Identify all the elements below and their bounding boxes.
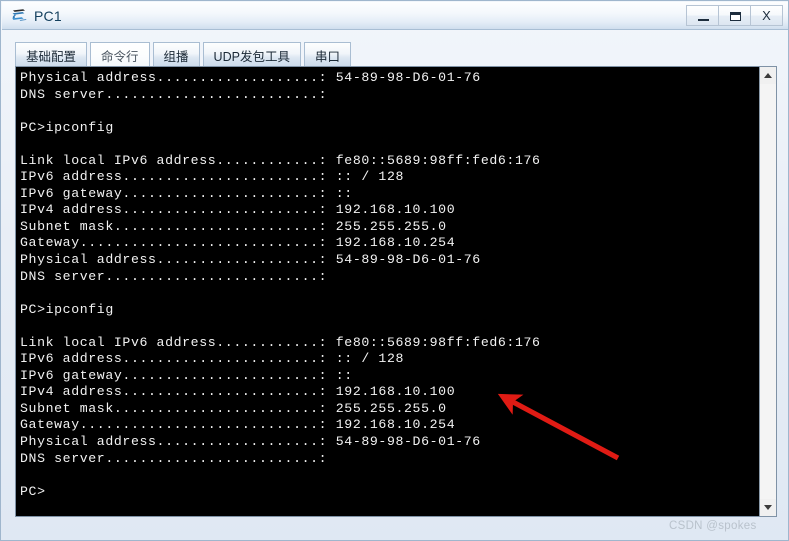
tab-label: UDP发包工具 xyxy=(213,50,290,64)
chevron-up-icon xyxy=(764,73,772,78)
scroll-up-button[interactable] xyxy=(760,67,776,84)
tab-label: 基础配置 xyxy=(26,50,77,64)
tab-basic-config[interactable]: 基础配置 xyxy=(15,42,88,68)
chevron-down-icon xyxy=(764,505,772,510)
minimize-icon xyxy=(698,19,709,21)
maximize-button[interactable] xyxy=(718,5,751,26)
tab-serial-port[interactable]: 串口 xyxy=(303,42,351,68)
scroll-down-button[interactable] xyxy=(760,499,776,516)
tab-command-line[interactable]: 命令行 xyxy=(90,42,150,68)
watermark-text: CSDN @spokes xyxy=(669,520,757,532)
tab-label: 组播 xyxy=(163,50,189,64)
window-controls: X xyxy=(686,5,783,26)
terminal-text: Physical address...................: 54-… xyxy=(20,70,541,499)
title-bar: PC1 X xyxy=(2,2,788,30)
minimize-button[interactable] xyxy=(686,5,719,26)
scrollbar-track[interactable] xyxy=(760,84,776,499)
pc-network-icon xyxy=(10,7,28,25)
terminal-output[interactable]: Physical address...................: 54-… xyxy=(16,67,760,516)
close-icon: X xyxy=(762,8,771,23)
window-title: PC1 xyxy=(34,8,62,24)
title-bar-left: PC1 xyxy=(10,6,62,26)
tab-label: 命令行 xyxy=(101,50,139,64)
maximize-icon xyxy=(730,12,741,21)
console-panel: Physical address...................: 54-… xyxy=(15,66,777,517)
tab-label: 串口 xyxy=(314,50,340,64)
tab-multicast[interactable]: 组播 xyxy=(152,42,200,68)
tab-strip: 基础配置 命令行 组播 UDP发包工具 串口 xyxy=(15,40,354,68)
tab-udp-packet-tool[interactable]: UDP发包工具 xyxy=(202,42,301,68)
console-scrollbar[interactable] xyxy=(759,67,776,516)
close-button[interactable]: X xyxy=(750,5,783,26)
pc1-window: PC1 X 基础配置 命令行 组播 UDP发包工具 串口 Physical ad… xyxy=(0,0,789,541)
